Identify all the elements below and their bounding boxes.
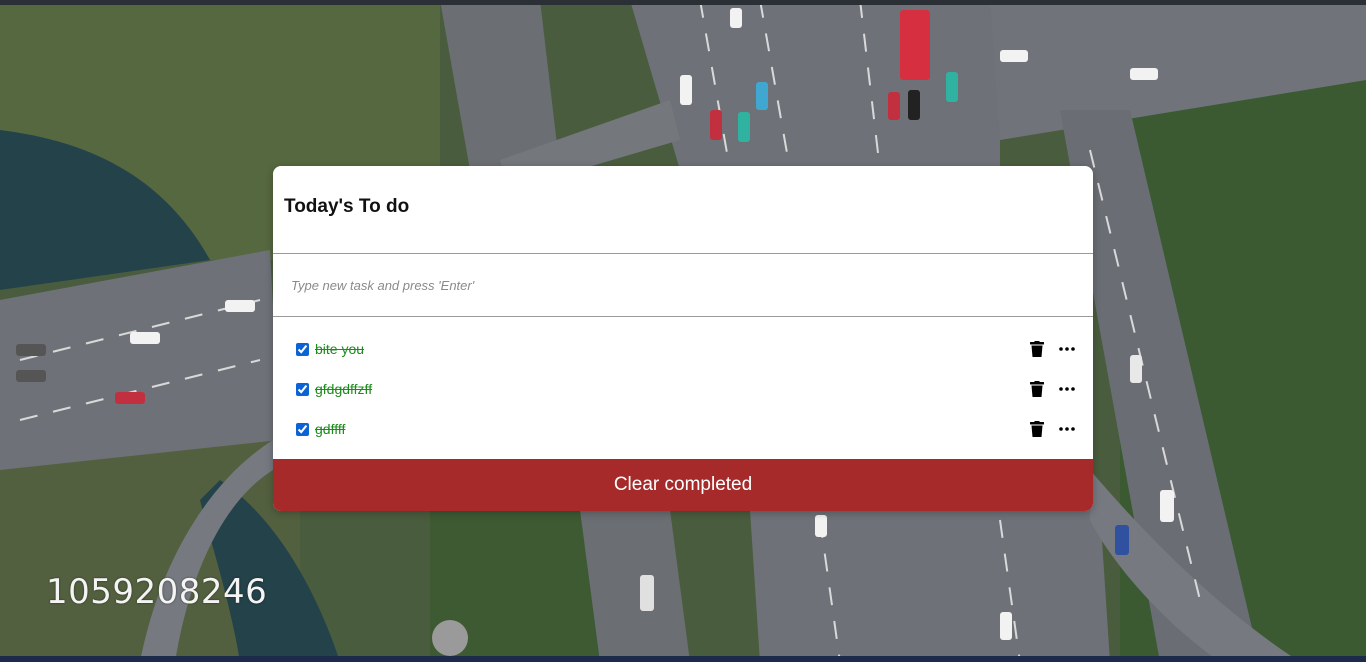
todo-title: Today's To do	[284, 196, 410, 217]
clear-completed-button[interactable]: Clear completed	[273, 459, 1093, 511]
task-item: bite you	[273, 329, 1093, 369]
task-actions	[1029, 340, 1077, 358]
trash-icon[interactable]	[1029, 420, 1045, 438]
task-label[interactable]: gfdgdffzff	[315, 381, 372, 397]
task-label[interactable]: gdffff	[315, 421, 345, 437]
bottom-strip	[0, 656, 1366, 662]
task-checkbox[interactable]	[296, 422, 309, 436]
more-horizontal-icon[interactable]	[1059, 340, 1075, 358]
todo-card: Today's To do bite you gfdgdffzff	[273, 166, 1093, 511]
more-horizontal-icon[interactable]	[1059, 380, 1075, 398]
new-task-row	[273, 254, 1093, 317]
top-strip	[0, 0, 1366, 5]
task-list: bite you gfdgdffzff gdffff	[273, 317, 1093, 458]
task-item: gdffff	[273, 409, 1093, 449]
todo-header: Today's To do	[273, 166, 1093, 254]
task-checkbox[interactable]	[296, 382, 309, 396]
new-task-input[interactable]	[289, 276, 1077, 294]
task-actions	[1029, 420, 1077, 438]
task-actions	[1029, 380, 1077, 398]
watermark-id: 1059208246	[46, 572, 268, 612]
more-horizontal-icon[interactable]	[1059, 420, 1075, 438]
trash-icon[interactable]	[1029, 340, 1045, 358]
trash-icon[interactable]	[1029, 380, 1045, 398]
task-checkbox[interactable]	[296, 342, 309, 356]
task-label[interactable]: bite you	[315, 341, 364, 357]
task-item: gfdgdffzff	[273, 369, 1093, 409]
